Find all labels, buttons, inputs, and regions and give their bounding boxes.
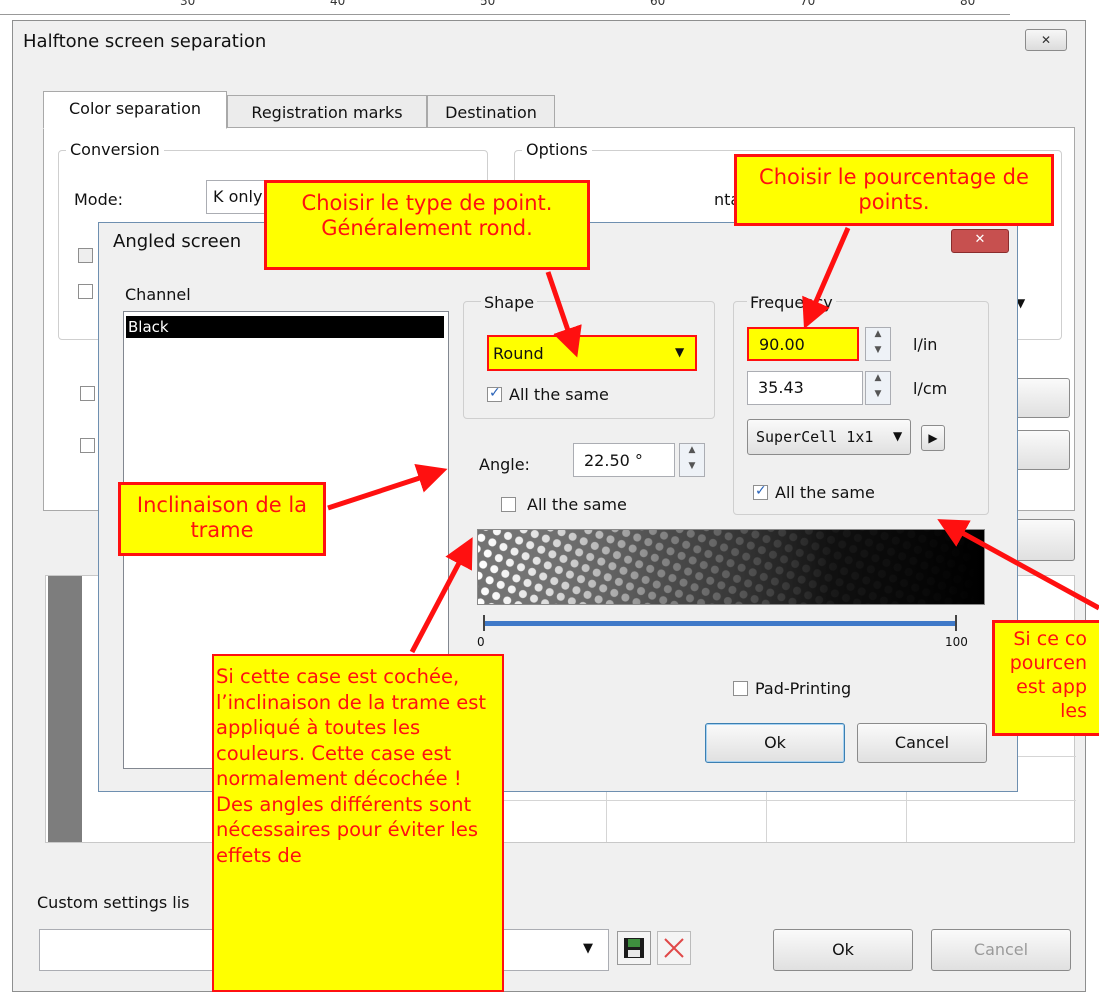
tab-color-separation[interactable]: Color separation [43, 91, 227, 129]
arrow-frequency [802, 227, 851, 330]
annotation-arrows [327, 227, 1099, 654]
arrow-angle-note [409, 537, 473, 654]
arrow-angle [327, 463, 448, 511]
arrow-shape [545, 271, 582, 358]
arrow-frequency-note [937, 519, 1099, 611]
